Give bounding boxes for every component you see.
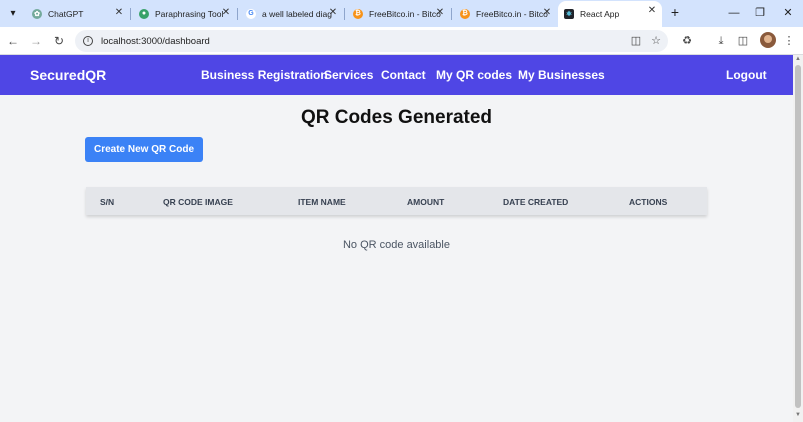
tab-separator xyxy=(237,8,238,20)
browser-toolbar: ← → ↻ i localhost:3000/dashboard ◫ ☆ ♻ ⤓… xyxy=(0,27,803,55)
new-tab-plus-icon[interactable]: + xyxy=(668,5,682,20)
close-icon[interactable]: ✕ xyxy=(113,7,125,19)
close-icon[interactable]: ✕ xyxy=(434,7,446,19)
bitcoin-icon: ₿ xyxy=(353,8,363,19)
address-url[interactable]: localhost:3000/dashboard xyxy=(101,36,210,47)
page-scrollbar[interactable]: ▲ ▼ xyxy=(793,55,803,422)
tab-title: React App xyxy=(580,9,620,19)
reload-icon[interactable]: ↻ xyxy=(50,32,68,50)
browser-menu-kebab-icon[interactable]: ⋮ xyxy=(780,32,798,50)
paraphrase-icon: ● xyxy=(139,8,149,19)
close-icon[interactable]: ✕ xyxy=(327,7,339,19)
side-panel-icon[interactable]: ◫ xyxy=(734,32,752,50)
install-app-icon[interactable]: ◫ xyxy=(627,32,645,50)
browser-tab-freebitco-2[interactable]: ₿ FreeBitco.in - Bitco ✕ xyxy=(454,3,557,24)
scroll-down-arrow-icon[interactable]: ▼ xyxy=(794,412,802,418)
browser-tab-paraphrasing[interactable]: ● Paraphrasing Tool ✕ xyxy=(133,3,236,24)
tab-search-chevron-icon[interactable]: ▾ xyxy=(4,4,22,22)
browser-tab-strip: ▾ ✿ ChatGPT ✕ ● Paraphrasing Tool ✕ G a … xyxy=(0,0,803,27)
nav-link-business-registration[interactable]: Business Registration xyxy=(201,68,328,82)
tab-separator xyxy=(130,8,131,20)
dashboard-main: QR Codes Generated Create New QR Code S/… xyxy=(0,95,793,422)
profile-avatar[interactable] xyxy=(760,32,776,48)
close-icon[interactable]: ✕ xyxy=(220,7,232,19)
chatgpt-icon: ✿ xyxy=(32,8,42,19)
column-header-item-name: ITEM NAME xyxy=(298,197,346,207)
tab-title: Paraphrasing Tool xyxy=(155,8,224,19)
close-icon[interactable]: ✕ xyxy=(541,7,553,19)
tab-separator xyxy=(451,8,452,20)
window-close-icon[interactable]: ✕ xyxy=(778,4,798,22)
back-arrow-icon[interactable]: ← xyxy=(4,32,22,50)
brand-logo-text[interactable]: SecuredQR xyxy=(30,67,106,83)
browser-tab-react-app[interactable]: ⚛ React App ✕ xyxy=(558,1,662,27)
bookmark-star-icon[interactable]: ☆ xyxy=(647,32,665,50)
nav-link-contact[interactable]: Contact xyxy=(381,68,426,82)
empty-state-message: No QR code available xyxy=(342,239,450,251)
google-icon: G xyxy=(246,8,256,19)
page-title: QR Codes Generated xyxy=(300,107,493,128)
nav-link-my-businesses[interactable]: My Businesses xyxy=(518,68,605,82)
browser-tab-google[interactable]: G a well labeled diag ✕ xyxy=(240,3,343,24)
column-header-qr-code-image: QR CODE IMAGE xyxy=(163,197,233,207)
logout-link[interactable]: Logout xyxy=(726,68,767,82)
browser-tab-freebitco-1[interactable]: ₿ FreeBitco.in - Bitco ✕ xyxy=(347,3,450,24)
forward-arrow-icon[interactable]: → xyxy=(27,32,45,50)
minimize-icon[interactable]: — xyxy=(724,4,744,22)
react-icon: ⚛ xyxy=(564,9,574,19)
nav-link-services[interactable]: Services xyxy=(324,68,373,82)
site-info-icon[interactable]: i xyxy=(83,36,93,46)
nav-link-my-qr-codes[interactable]: My QR codes xyxy=(436,68,512,82)
bitcoin-icon: ₿ xyxy=(460,8,470,19)
restore-icon[interactable]: ❐ xyxy=(750,4,770,22)
tab-separator xyxy=(344,8,345,20)
tab-title: FreeBitco.in - Bitco xyxy=(476,8,548,19)
address-bar[interactable]: i localhost:3000/dashboard xyxy=(75,30,668,52)
column-header-amount: AMOUNT xyxy=(407,197,445,207)
column-header-actions: ACTIONS xyxy=(629,197,668,207)
scroll-up-arrow-icon[interactable]: ▲ xyxy=(794,56,802,62)
tab-title: a well labeled diag xyxy=(262,8,332,19)
column-header-sn: S/N xyxy=(100,197,115,207)
extensions-puzzle-icon[interactable]: ♻ xyxy=(678,32,696,50)
scroll-thumb[interactable] xyxy=(795,65,801,408)
app-navbar: SecuredQR Business Registration Services… xyxy=(0,55,793,95)
tab-title: ChatGPT xyxy=(48,8,84,19)
close-icon[interactable]: ✕ xyxy=(646,5,658,17)
create-qr-code-button[interactable]: Create New QR Code xyxy=(85,137,203,162)
qr-table-header: S/N QR CODE IMAGE ITEM NAME AMOUNT DATE … xyxy=(86,187,707,215)
tab-title: FreeBitco.in - Bitco xyxy=(369,8,441,19)
browser-tab-chatgpt[interactable]: ✿ ChatGPT ✕ xyxy=(26,3,129,24)
column-header-date-created: DATE CREATED xyxy=(503,197,569,207)
download-icon[interactable]: ⤓ xyxy=(712,32,730,50)
